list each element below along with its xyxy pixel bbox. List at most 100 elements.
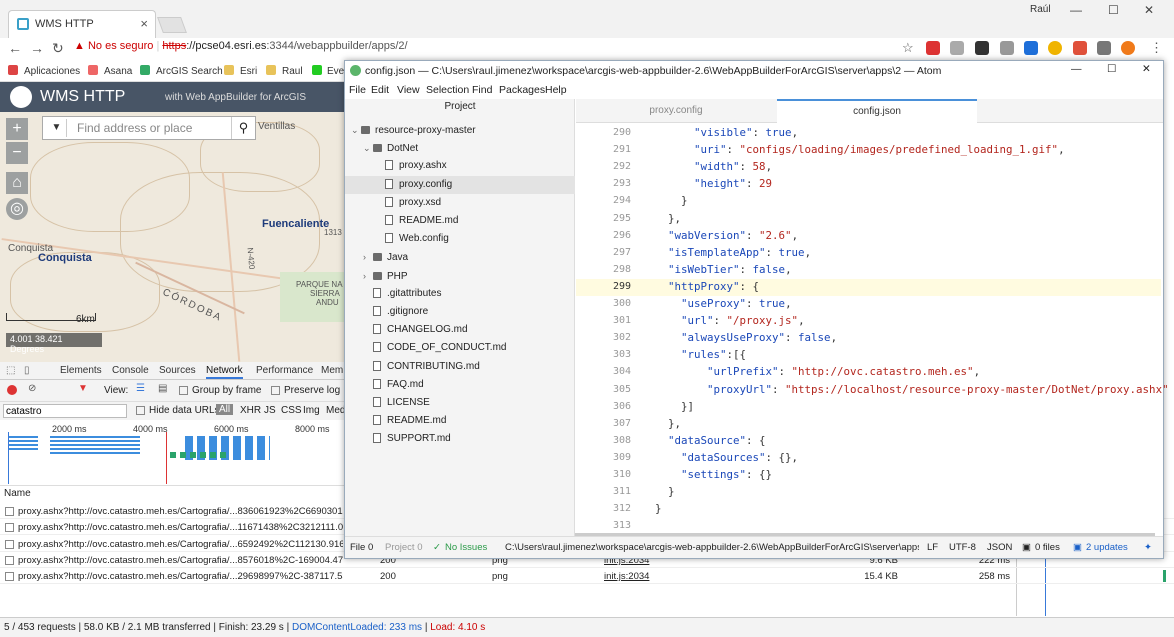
tree-file[interactable]: proxy.xsd xyxy=(345,194,575,212)
line-ending[interactable]: LF xyxy=(927,542,938,553)
search-icon[interactable]: ⚲ xyxy=(231,117,255,139)
ublock-extension-icon[interactable] xyxy=(1121,41,1135,55)
zoom-out-button[interactable]: − xyxy=(6,142,28,164)
menu-file[interactable]: File xyxy=(349,84,366,96)
overview-icon[interactable]: ▤ xyxy=(158,383,167,394)
maximize-icon[interactable]: ☐ xyxy=(1107,63,1116,75)
menu-help[interactable]: Help xyxy=(545,84,567,96)
reload-icon[interactable]: ↻ xyxy=(52,40,64,57)
tree-file[interactable]: proxy.ashx xyxy=(345,157,575,175)
code-line[interactable]: "dataSource": { xyxy=(642,434,766,447)
s-extension-icon[interactable] xyxy=(1024,41,1038,55)
tab-console[interactable]: Console xyxy=(112,365,149,376)
tab-proxy-config[interactable]: proxy.config xyxy=(576,99,776,123)
code-editor[interactable]: 290 "visible": true, 291 "uri": "configs/… xyxy=(576,123,1169,536)
request-name[interactable]: proxy.ashx?http://ovc.catastro.meh.es/Ca… xyxy=(18,555,343,566)
emoji-extension-icon[interactable] xyxy=(1048,41,1062,55)
inspect-icon[interactable]: ⬚ xyxy=(6,365,15,376)
forward-icon[interactable]: → xyxy=(30,40,44,56)
minimize-icon[interactable]: — xyxy=(1071,63,1082,75)
code-line[interactable]: "urlPrefix": "http://ovc.catastro.meh.es… xyxy=(642,365,980,378)
tab-elements[interactable]: Elements xyxy=(60,365,102,376)
code-line[interactable]: "rules":[{ xyxy=(642,348,746,361)
tree-file[interactable]: proxy.config xyxy=(345,175,575,194)
bookmark-star-icon[interactable]: ☆ xyxy=(902,40,914,56)
minimize-icon[interactable]: — xyxy=(1070,3,1082,17)
code-line[interactable]: "dataSources": {}, xyxy=(642,451,798,464)
code-line[interactable]: } xyxy=(642,502,662,515)
filter-js[interactable]: JS xyxy=(264,405,276,416)
security-warning[interactable]: No es seguro xyxy=(88,40,153,52)
tree-file[interactable]: .gitattributes xyxy=(345,285,575,303)
request-name[interactable]: proxy.ashx?http://ovc.catastro.meh.es/Ca… xyxy=(18,539,343,550)
tree-file[interactable]: README.md xyxy=(345,212,575,230)
code-line[interactable]: "proxyUrl": "https://localhost/resource-… xyxy=(642,383,1169,396)
url-field[interactable]: ▲ No es seguro | https://pcse04.esri.es:… xyxy=(74,40,920,57)
code-line[interactable]: "httpProxy": { xyxy=(642,280,759,293)
code-line[interactable]: "height": 29 xyxy=(642,177,772,190)
bookmark-arcgis-search[interactable]: ArcGIS Search xyxy=(156,66,223,77)
tree-file[interactable]: LICENSE xyxy=(345,394,575,412)
menu-find[interactable]: Find xyxy=(472,84,492,96)
tree-folder[interactable]: › PHP xyxy=(345,267,575,285)
git-files[interactable]: 0 files xyxy=(1035,542,1060,553)
table-row[interactable]: proxy.ashx?http://ovc.catastro.meh.es/Ca… xyxy=(0,568,1174,585)
device-toggle-icon[interactable]: ▯ xyxy=(24,365,30,376)
code-line[interactable]: } xyxy=(642,194,688,207)
code-line[interactable]: }, xyxy=(642,417,681,430)
layers-extension-icon[interactable] xyxy=(975,41,989,55)
code-line[interactable]: "url": "/proxy.js", xyxy=(642,314,805,327)
hide-data-urls-checkbox[interactable] xyxy=(136,406,145,415)
tree-file[interactable]: SUPPORT.md xyxy=(345,430,575,448)
maximize-icon[interactable]: ☐ xyxy=(1108,3,1119,17)
bookmark-esri[interactable]: Esri xyxy=(240,66,257,77)
search-input[interactable]: Find address or place xyxy=(77,121,192,135)
record-icon[interactable] xyxy=(7,385,17,395)
name-column-header[interactable]: Name xyxy=(4,488,31,499)
tab-config-json[interactable]: config.json xyxy=(777,99,977,123)
filter-img[interactable]: Img xyxy=(303,405,320,416)
file-count[interactable]: File 0 xyxy=(350,542,373,553)
request-name[interactable]: proxy.ashx?http://ovc.catastro.meh.es/Ca… xyxy=(18,571,343,582)
code-line[interactable]: "isWebTier": false, xyxy=(642,263,792,276)
tree-file[interactable]: FAQ.md xyxy=(345,376,575,394)
code-line[interactable]: }] xyxy=(642,400,694,413)
group-by-frame-checkbox[interactable] xyxy=(179,386,188,395)
extension-icon[interactable] xyxy=(1000,41,1014,55)
code-line[interactable]: "settings": {} xyxy=(642,468,772,481)
tab-close-icon[interactable]: × xyxy=(140,16,148,31)
clear-icon[interactable]: ⊘ xyxy=(28,383,36,394)
bookmark-asana[interactable]: Asana xyxy=(104,66,132,77)
close-icon[interactable]: ✕ xyxy=(1142,63,1151,75)
code-line[interactable]: "width": 58, xyxy=(642,160,772,173)
filter-css[interactable]: CSS xyxy=(281,405,302,416)
bookmark-apps[interactable]: Aplicaciones xyxy=(24,66,80,77)
code-line[interactable]: "uri": "configs/loading/images/predefine… xyxy=(642,143,1065,156)
gmail-extension-icon[interactable] xyxy=(926,41,940,55)
zoom-in-button[interactable]: + xyxy=(6,118,28,140)
tab-sources[interactable]: Sources xyxy=(159,365,196,376)
code-line[interactable]: "alwaysUseProxy": false, xyxy=(642,331,837,344)
tree-file[interactable]: README.md xyxy=(345,412,575,430)
menu-view[interactable]: View xyxy=(397,84,420,96)
locate-icon[interactable]: ◎ xyxy=(6,198,28,220)
menu-edit[interactable]: Edit xyxy=(371,84,389,96)
tree-folder[interactable]: ⌄ DotNet xyxy=(345,139,575,157)
menu-packages[interactable]: Packages xyxy=(499,84,545,96)
filter-media[interactable]: Med xyxy=(326,405,345,416)
bookmark-raul[interactable]: Raul xyxy=(282,66,303,77)
asana-extension-icon[interactable] xyxy=(1073,41,1087,55)
grammar[interactable]: JSON xyxy=(987,542,1012,553)
code-line[interactable]: } xyxy=(642,485,675,498)
linter-status[interactable]: No Issues xyxy=(445,542,487,553)
zoom-extension-icon[interactable] xyxy=(950,41,964,55)
profile-name[interactable]: Raúl xyxy=(1030,4,1051,15)
encoding[interactable]: UTF-8 xyxy=(949,542,976,553)
tab-performance[interactable]: Performance xyxy=(256,365,313,376)
code-line[interactable]: "wabVersion": "2.6", xyxy=(642,229,798,242)
tree-file[interactable]: CONTRIBUTING.md xyxy=(345,358,575,376)
file-path[interactable]: C:\Users\raul.jimenez\workspace\arcgis-w… xyxy=(505,542,919,553)
list-view-icon[interactable]: ☰ xyxy=(136,383,145,394)
code-line[interactable]: "useProxy": true, xyxy=(642,297,792,310)
geocoder-search[interactable]: ▼ Find address or place ⚲ xyxy=(42,116,256,140)
